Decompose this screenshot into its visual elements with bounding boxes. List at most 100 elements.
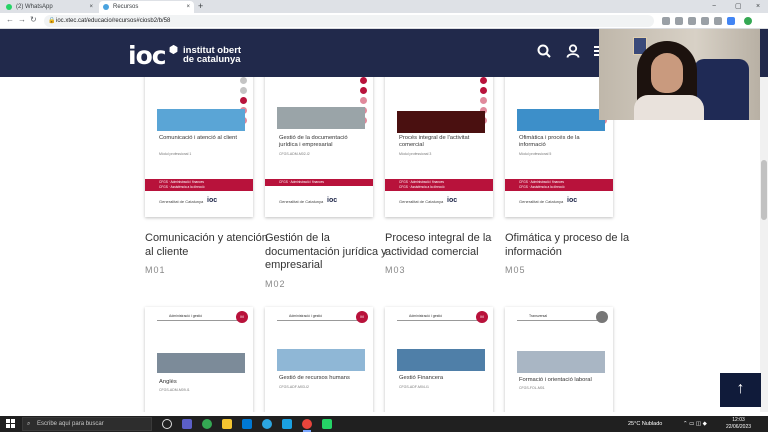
- weather-widget[interactable]: 25°C Nublado: [628, 416, 662, 432]
- zoom-icon[interactable]: [675, 17, 683, 25]
- search-icon: ⌕: [27, 421, 31, 427]
- cover-family: Transversal: [529, 314, 548, 318]
- cover-gov-logo: Generalitat de Catalunya: [159, 199, 204, 204]
- webcam-overlay: [599, 29, 760, 120]
- cover-code: CFGS-FOL-M01: [519, 386, 545, 390]
- url-field[interactable]: 🔒 ioc.xtec.cat/educacio/recursos#ciosb2/…: [44, 15, 654, 27]
- book-cover-gestio-financera[interactable]: Administració i gestió M Gestió Financer…: [385, 307, 493, 412]
- scrollbar-thumb[interactable]: [761, 160, 767, 220]
- cover-title: Gestió de recursos humans: [279, 375, 350, 381]
- cover-family: Administració i gestió: [169, 314, 203, 318]
- lock-icon: 🔒: [48, 18, 56, 24]
- cover-gov-logo: Generalitat de Catalunya: [279, 199, 324, 204]
- cover-gov-logo: Generalitat de Catalunya: [519, 199, 564, 204]
- tab-whatsapp[interactable]: (2) WhatsApp ×: [2, 1, 97, 13]
- cover-image: [517, 351, 605, 373]
- book-cover-recursos-humans[interactable]: Administració i gestió M Gestió de recur…: [265, 307, 373, 412]
- cover-family: Administració i gestió: [289, 314, 323, 318]
- close-tab-icon[interactable]: ×: [89, 1, 93, 13]
- cover-code: CFGS-ADF-M04-I1: [399, 385, 429, 389]
- cover-cycle-band: CFGS · Administració i finances CFGS · As…: [145, 179, 253, 191]
- url-text: ioc.xtec.cat/educacio/recursos#ciosb2/b/…: [56, 18, 171, 24]
- book-cover-m02[interactable]: Gestió de la documentació jurídica i emp…: [265, 77, 373, 217]
- logo-text: institut obert de catalunya: [183, 46, 241, 65]
- taskbar-clock[interactable]: 12:03 22/06/2023: [726, 417, 751, 430]
- cover-image: [157, 109, 245, 131]
- minimize-button[interactable]: −: [712, 0, 716, 13]
- ioc-logo[interactable]: ioc: [128, 41, 167, 70]
- close-tab-icon[interactable]: ×: [186, 1, 190, 13]
- cover-cycle-band: CFGS · Administració i finances CFGS · As…: [385, 179, 493, 191]
- profile-icon[interactable]: [727, 17, 735, 25]
- task-view-icon[interactable]: [182, 419, 192, 429]
- cover-title: Gestió de la documentació jurídica i emp…: [279, 135, 348, 148]
- windows-start-icon[interactable]: [6, 419, 16, 429]
- back-to-top-button[interactable]: ↑: [720, 373, 761, 407]
- site-favicon-icon: [103, 4, 109, 10]
- cover-subtitle: Mòdul professional 5: [519, 152, 552, 156]
- logo-line-2: de catalunya: [183, 54, 241, 65]
- extension-icon[interactable]: [714, 17, 722, 25]
- mail-icon[interactable]: [242, 419, 252, 429]
- browser-tab-bar: (2) WhatsApp × Recursos × + − ▢ ×: [0, 0, 768, 13]
- cover-title: Anglès: [159, 379, 177, 385]
- cover-cycle-band: CFGS · Administració i finances CFGS · As…: [505, 179, 613, 191]
- cover-gov-logo: Generalitat de Catalunya: [399, 199, 444, 204]
- maximize-button[interactable]: ▢: [735, 0, 742, 13]
- new-tab-button[interactable]: +: [198, 0, 203, 13]
- system-tray-icons[interactable]: ⌃ ▭ ◫ ◆: [683, 416, 707, 432]
- module-code: M03: [385, 265, 406, 275]
- account-avatar[interactable]: [744, 17, 752, 25]
- cover-title: Procés integral de l'activitat comercial: [399, 135, 470, 148]
- translate-icon[interactable]: [662, 17, 670, 25]
- reload-icon[interactable]: ↻: [30, 15, 37, 24]
- book-cover-m03[interactable]: Procés integral de l'activitat comercial…: [385, 77, 493, 217]
- tab-recursos[interactable]: Recursos ×: [99, 1, 194, 13]
- book-cover-m05[interactable]: Ofimàtica i procés de la informació Mòdu…: [505, 77, 613, 217]
- module-title[interactable]: Proceso integral de la actividad comerci…: [385, 232, 510, 259]
- cover-title: Gestió Financera: [399, 375, 444, 381]
- search-placeholder: Escribe aquí para buscar: [37, 421, 104, 427]
- module-title[interactable]: Gestión de la documentación jurídica y e…: [265, 232, 390, 273]
- taskbar-search-box[interactable]: ⌕ Escribe aquí para buscar: [22, 417, 152, 431]
- page-scrollbar[interactable]: [760, 77, 768, 412]
- tab-label: Recursos: [113, 4, 139, 10]
- book-cover-fol[interactable]: Transversal Formació i orientació labora…: [505, 307, 613, 412]
- cover-title: Comunicació i atenció al client: [159, 135, 237, 141]
- whatsapp-favicon-icon: [6, 4, 12, 10]
- cover-ioc-logo: ioc: [327, 197, 338, 204]
- edge-icon[interactable]: [282, 419, 292, 429]
- cover-image: [397, 111, 485, 133]
- search-icon[interactable]: [537, 44, 551, 58]
- user-icon[interactable]: [566, 44, 580, 58]
- cover-title: Ofimàtica i procés de la informació: [519, 135, 580, 148]
- cover-badge: M: [356, 311, 368, 323]
- chrome-active-icon[interactable]: [302, 419, 312, 429]
- cover-cycle-band: CFGS · Administració i finances: [265, 179, 373, 186]
- share-icon[interactable]: [688, 17, 696, 25]
- cover-subtitle: Mòdul professional 1: [159, 152, 192, 156]
- telegram-icon[interactable]: [262, 419, 272, 429]
- cover-subtitle: Mòdul professional 3: [399, 152, 432, 156]
- cover-ioc-logo: ioc: [567, 197, 578, 204]
- cortana-icon[interactable]: [162, 419, 172, 429]
- windows-taskbar: ⌕ Escribe aquí para buscar 25°C Nublado …: [0, 416, 768, 432]
- whatsapp-icon[interactable]: [322, 419, 332, 429]
- book-cover-angles[interactable]: Administració i gestió M Anglès CFGS-ADM…: [145, 307, 253, 412]
- back-arrow-icon[interactable]: ←: [6, 15, 14, 24]
- bookmark-star-icon[interactable]: [701, 17, 709, 25]
- forward-arrow-icon[interactable]: →: [18, 15, 26, 24]
- cover-image: [277, 349, 365, 371]
- book-cover-m01[interactable]: Comunicació i atenció al client Mòdul pr…: [145, 77, 253, 217]
- cover-image: [277, 107, 365, 129]
- file-explorer-icon[interactable]: [222, 419, 232, 429]
- cover-family: Administració i gestió: [409, 314, 443, 318]
- close-window-button[interactable]: ×: [756, 0, 760, 13]
- module-code: M02: [265, 279, 286, 289]
- presenter-face: [651, 53, 683, 93]
- chrome-icon[interactable]: [202, 419, 212, 429]
- module-title[interactable]: Ofimática y proceso de la información: [505, 232, 630, 259]
- module-title[interactable]: Comunicación y atención al cliente: [145, 232, 270, 259]
- cover-image: [517, 109, 605, 131]
- tab-label: (2) WhatsApp: [16, 4, 53, 10]
